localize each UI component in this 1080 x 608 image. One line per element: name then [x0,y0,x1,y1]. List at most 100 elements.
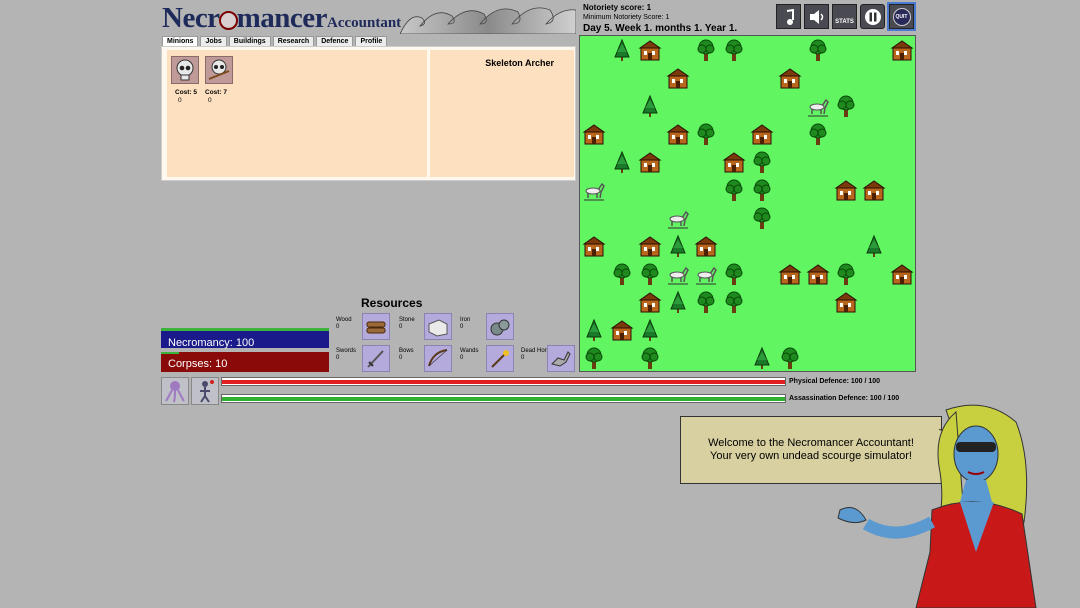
pine-tree-icon [666,290,690,314]
house-icon [778,66,802,90]
tree-icon [694,38,718,62]
title-logo: Necr mancer [162,2,327,34]
pine-tree-icon [666,234,690,258]
skull-archer-icon [208,59,230,80]
quit-icon: QUIT [892,7,911,26]
title-subtitle: Accountant [327,15,402,31]
status-panel: Notoriety score: 1 Minimum Notoriety Sco… [583,3,737,34]
skull-icon [218,10,238,30]
skeleton-cost: Cost: 50 [175,89,198,104]
selected-minion-name: Skeleton Archer [485,58,554,68]
house-icon [666,122,690,146]
house-icon [638,290,662,314]
game-title: Necr mancer Accountant [160,2,576,34]
tree-icon [694,290,718,314]
music-button[interactable] [776,4,801,29]
dead-horse-icon [547,345,575,372]
wood-icon [362,313,390,340]
house-icon [666,66,690,90]
minion-detail: Skeleton Archer [430,50,574,177]
resources-title: Resources [361,296,423,310]
tree-icon [638,262,662,286]
sound-button[interactable] [804,4,829,29]
world-map[interactable] [579,35,916,372]
tree-icon [610,262,634,286]
house-icon [778,262,802,286]
assassination-defence-fill [222,397,785,401]
house-icon [582,122,606,146]
sword-icon [362,345,390,372]
stone-label: Stone 0 [399,317,415,330]
house-icon [834,178,858,202]
tree-icon [834,94,858,118]
tree-icon [750,150,774,174]
wave-decoration [400,7,576,34]
quit-button[interactable]: QUIT [887,2,916,31]
speaker-icon [809,9,823,24]
iron-label: Iron 0 [460,317,471,330]
bow-icon [424,345,452,372]
bows-label: Bows 0 [399,348,414,361]
tree-icon [806,122,830,146]
figure-icon [200,380,214,403]
corpses-fill [161,352,179,354]
skeleton-archer-cost: Cost: 70 [205,89,228,104]
game-date: Day 5. Week 1. months 1. Year 1. [583,23,738,34]
pine-tree-icon [610,150,634,174]
house-icon [638,234,662,258]
tree-icon [638,346,662,370]
advisor-character [837,404,1037,608]
pine-tree-icon [638,318,662,342]
skeleton-minion-button[interactable] [171,56,199,84]
tree-icon [722,290,746,314]
house-icon [582,234,606,258]
house-icon [638,38,662,62]
iron-ore-icon [486,313,514,340]
horse-icon [694,262,718,286]
wood-label: Wood 0 [336,317,352,330]
pine-tree-icon [582,318,606,342]
wand-icon [486,345,514,372]
house-icon [890,262,914,286]
horse-icon [582,178,606,202]
music-note-icon [786,8,794,25]
horse-icon [666,206,690,230]
house-icon [862,178,886,202]
assassin-button[interactable] [191,377,219,405]
stats-button[interactable]: STATS [832,4,857,29]
swords-label: Swords 0 [336,348,357,361]
house-icon [610,318,634,342]
house-icon [694,234,718,258]
house-icon [890,38,914,62]
notoriety-score: Notoriety score: 1 [583,3,652,12]
tree-icon [778,346,802,370]
necromancy-bar: Necromancy: 100 [161,328,329,349]
tree-icon [722,38,746,62]
assassination-defence-bar [221,394,786,403]
tree-icon [722,262,746,286]
physical-defence-label: Physical Defence: 100 / 100 [789,378,881,385]
wands-label: Wands 0 [460,348,479,361]
minion-list: Cost: 50 Cost: 70 [167,50,427,177]
pine-tree-icon [610,38,634,62]
physical-defence-fill [222,380,785,384]
horse-icon [806,94,830,118]
pause-icon [864,8,881,25]
pine-tree-icon [750,346,774,370]
min-notoriety-score: Minimum Notoriety Score: 1 [583,14,670,21]
stone-icon [424,313,452,340]
skeleton-archer-minion-button[interactable] [205,56,233,84]
tree-icon [722,178,746,202]
tentacle-icon [165,381,185,403]
pause-button[interactable] [860,4,885,29]
tree-icon [834,262,858,286]
physical-defence-bar [221,377,786,386]
tentacle-minion-button[interactable] [161,377,189,405]
tree-icon [750,206,774,230]
horse-icon [666,262,690,286]
tree-icon [582,346,606,370]
tree-icon [806,38,830,62]
house-icon [750,122,774,146]
house-icon [722,150,746,174]
house-icon [806,262,830,286]
